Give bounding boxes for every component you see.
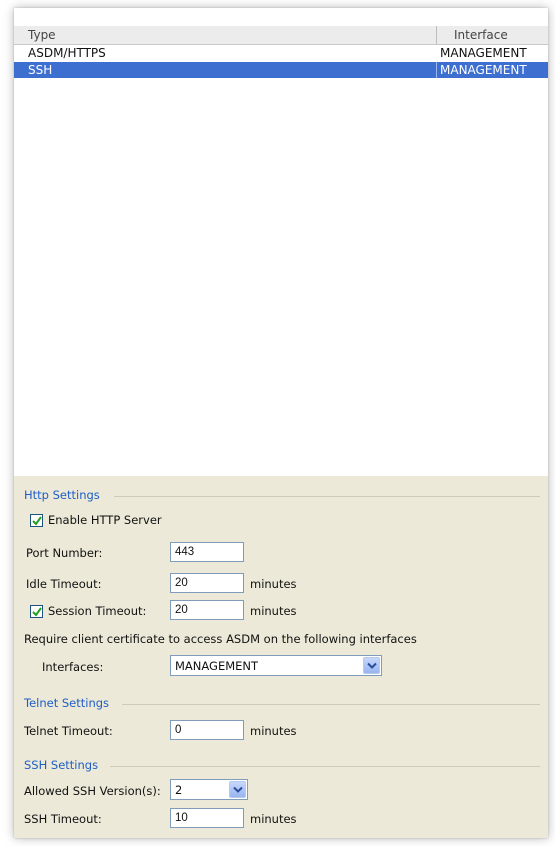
session-timeout-input[interactable] xyxy=(170,600,244,620)
row-interface: MANAGEMENT xyxy=(440,63,527,77)
enable-http-checkbox[interactable] xyxy=(30,514,43,527)
column-header-interface[interactable]: Interface xyxy=(454,28,508,42)
chevron-down-icon xyxy=(233,786,243,793)
ssh-versions-select-value: 2 xyxy=(175,783,183,797)
row-type: SSH xyxy=(28,63,53,77)
access-table: Type Interface ASDM/HTTPS MANAGEMENT SSH… xyxy=(14,14,548,476)
group-divider xyxy=(110,766,540,767)
ssh-versions-select[interactable]: 2 xyxy=(170,779,248,800)
settings-panel: Http Settings Enable HTTP Server Port Nu… xyxy=(14,476,548,838)
client-cert-text: Require client certificate to access ASD… xyxy=(24,632,417,646)
telnet-timeout-input[interactable] xyxy=(170,720,244,740)
port-number-label: Port Number: xyxy=(26,546,103,560)
enable-http-label: Enable HTTP Server xyxy=(48,513,162,527)
checkmark-icon xyxy=(32,607,42,617)
interfaces-label: Interfaces: xyxy=(42,660,104,674)
ssh-timeout-label: SSH Timeout: xyxy=(24,812,102,826)
http-settings-title: Http Settings xyxy=(24,488,100,502)
interfaces-select-value: MANAGEMENT xyxy=(175,659,259,673)
table-row[interactable]: ASDM/HTTPS MANAGEMENT xyxy=(14,45,548,61)
column-divider[interactable] xyxy=(436,26,437,44)
dropdown-button[interactable] xyxy=(229,781,246,798)
telnet-timeout-label: Telnet Timeout: xyxy=(24,724,113,738)
ssh-settings-title: SSH Settings xyxy=(24,758,99,772)
idle-timeout-input[interactable] xyxy=(170,573,244,593)
session-timeout-checkbox[interactable] xyxy=(30,605,43,618)
telnet-timeout-unit: minutes xyxy=(250,724,297,738)
row-type: ASDM/HTTPS xyxy=(28,46,106,60)
idle-timeout-unit: minutes xyxy=(250,577,297,591)
session-timeout-label: Session Timeout: xyxy=(48,604,147,618)
ssh-timeout-input[interactable] xyxy=(170,808,244,828)
group-divider xyxy=(122,704,540,705)
idle-timeout-label: Idle Timeout: xyxy=(26,577,102,591)
column-divider xyxy=(436,62,437,78)
port-number-input[interactable] xyxy=(170,542,244,562)
interfaces-select[interactable]: MANAGEMENT xyxy=(170,655,382,676)
group-divider xyxy=(114,496,540,497)
telnet-settings-title: Telnet Settings xyxy=(24,696,110,710)
ssh-timeout-unit: minutes xyxy=(250,812,297,826)
session-timeout-unit: minutes xyxy=(250,604,297,618)
chevron-down-icon xyxy=(367,662,377,669)
dropdown-button[interactable] xyxy=(363,657,380,674)
column-header-type[interactable]: Type xyxy=(28,28,56,42)
table-row-selected[interactable]: SSH MANAGEMENT xyxy=(14,62,548,78)
checkmark-icon xyxy=(32,516,42,526)
ssh-versions-label: Allowed SSH Version(s): xyxy=(24,784,161,798)
table-header: Type Interface xyxy=(14,26,548,45)
row-interface: MANAGEMENT xyxy=(440,46,527,60)
